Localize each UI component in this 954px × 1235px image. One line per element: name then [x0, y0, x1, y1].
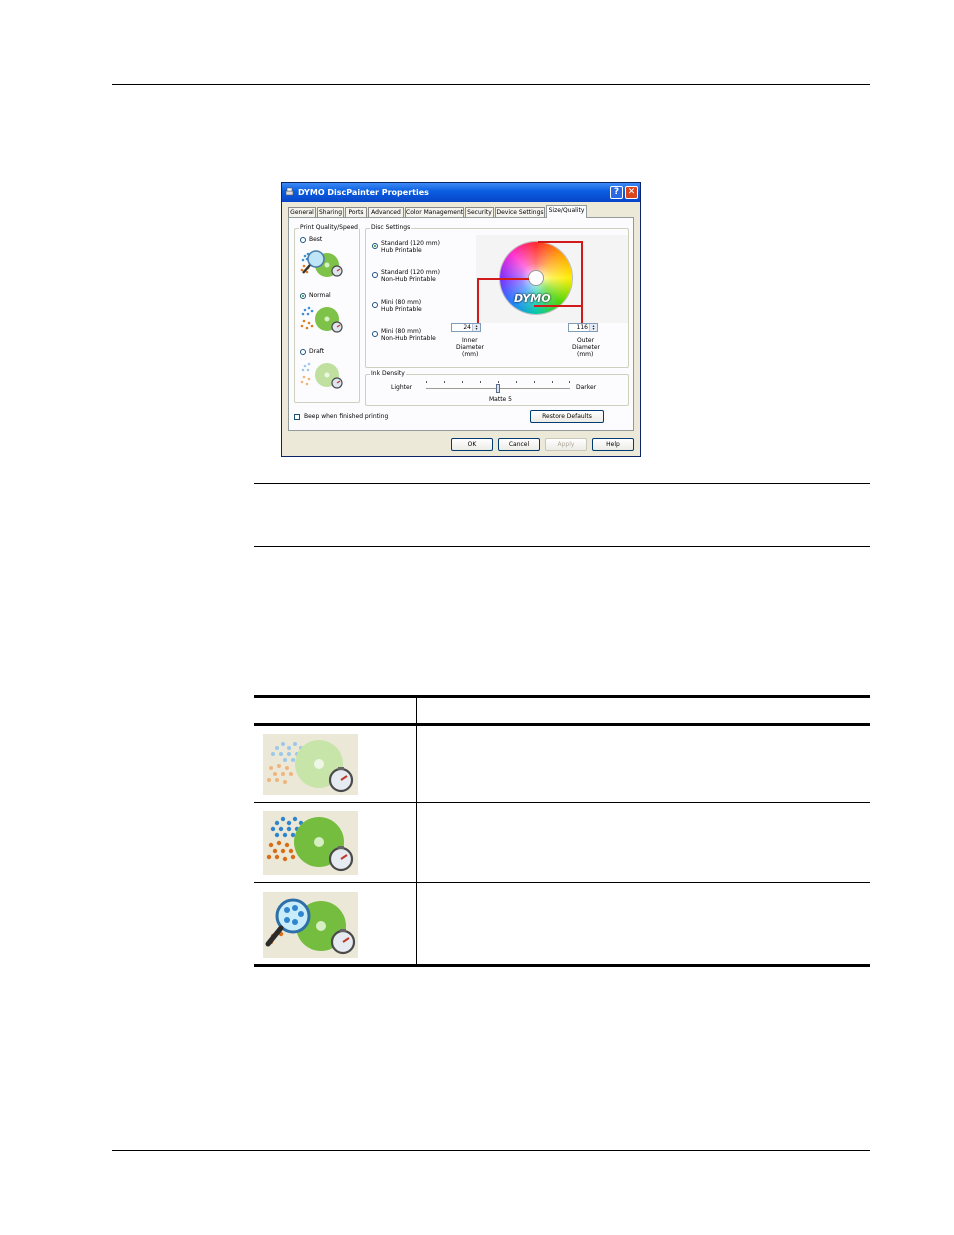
close-button[interactable]: ✕	[625, 186, 638, 199]
spin-arrows-icon[interactable]: ▴ ▾	[589, 324, 597, 331]
disc-standard-nonhub-line2: Non-Hub Printable	[381, 276, 436, 283]
tab-sharing[interactable]: Sharing	[317, 207, 344, 217]
inner-diameter-value: 24	[463, 324, 471, 331]
disc-standard-hub-radio[interactable]	[372, 243, 378, 249]
draft-quality-icon	[267, 740, 354, 793]
tab-size-quality[interactable]: Size/Quality	[546, 205, 587, 218]
printer-icon	[285, 187, 294, 196]
disc-logo: DYMO	[514, 292, 551, 305]
inner-dimension-line-h	[477, 278, 529, 280]
table-row-rule	[254, 882, 870, 883]
ink-lighter-label: Lighter	[391, 384, 413, 391]
dialog-title: DYMO DiscPainter Properties	[298, 188, 429, 197]
ink-darker-label: Darker	[576, 384, 597, 391]
properties-dialog: DYMO DiscPainter Properties ? ✕ General …	[281, 182, 641, 457]
tab-panel: Print Quality/Speed Best Normal Draft Di…	[288, 217, 634, 431]
disc-mini-nonhub-radio[interactable]	[372, 331, 378, 337]
inner-diameter-spinner[interactable]: 24 ▴ ▾	[451, 323, 481, 332]
best-quality-icon	[300, 250, 343, 277]
restore-defaults-button[interactable]: Restore Defaults	[530, 410, 604, 423]
quality-best-radio[interactable]	[300, 237, 306, 243]
disc-mini-nonhub-line2: Non-Hub Printable	[381, 335, 436, 342]
table-row-rule	[254, 802, 870, 803]
draft-quality-icon	[300, 362, 343, 389]
tab-security[interactable]: Security	[465, 207, 494, 217]
disc-mini-hub-line2: Hub Printable	[381, 306, 422, 313]
table-row	[263, 811, 358, 875]
beep-label: Beep when finished printing	[304, 413, 389, 420]
note-rule-top	[254, 483, 870, 484]
quality-best-label: Best	[309, 236, 323, 243]
quality-draft-radio[interactable]	[300, 349, 306, 355]
ink-density-label: Ink Density	[370, 370, 406, 377]
outer-diameter-value: 116	[576, 324, 588, 331]
disc-standard-hub-line2: Hub Printable	[381, 247, 422, 254]
outer-diameter-label-3: (mm)	[577, 351, 594, 358]
quality-normal-radio[interactable]	[300, 293, 306, 299]
inner-dimension-line-v	[477, 278, 479, 323]
ink-value-label: Matte 5	[489, 396, 512, 403]
disc-mini-hub-radio[interactable]	[372, 302, 378, 308]
table-row	[263, 734, 358, 795]
disc-settings-label: Disc Settings	[370, 224, 412, 231]
tab-advanced[interactable]: Advanced	[368, 207, 404, 217]
apply-button[interactable]: Apply	[545, 438, 587, 451]
slider-thumb[interactable]	[496, 384, 500, 393]
outer-dimension-line-h2	[534, 305, 583, 307]
outer-dimension-line-h	[538, 241, 583, 243]
dialog-titlebar: DYMO DiscPainter Properties ? ✕	[282, 183, 640, 202]
quality-draft-label: Draft	[309, 348, 325, 355]
help-title-button[interactable]: ?	[610, 186, 623, 199]
spin-arrows-icon[interactable]: ▴ ▾	[472, 324, 480, 331]
help-button[interactable]: Help	[592, 438, 634, 451]
table-column-divider	[416, 697, 417, 965]
table-bottom-rule	[254, 964, 870, 967]
inner-diameter-label-3: (mm)	[462, 351, 479, 358]
tab-ports[interactable]: Ports	[345, 207, 367, 217]
ink-density-group: Ink Density Lighter Darker Matte 5	[365, 370, 629, 406]
outer-dimension-line-v	[581, 241, 583, 323]
beep-checkbox[interactable]	[294, 414, 300, 420]
best-quality-icon	[265, 898, 356, 955]
tab-device-settings[interactable]: Device Settings	[495, 207, 545, 217]
header-rule	[112, 84, 870, 85]
table-top-rule	[254, 695, 870, 698]
tab-color-management[interactable]: Color Management	[405, 207, 464, 217]
disc-standard-nonhub-radio[interactable]	[372, 272, 378, 278]
disc-settings-group: Disc Settings Standard (120 mm) Hub Prin…	[365, 224, 629, 368]
note-rule-bottom	[254, 546, 870, 547]
print-quality-label: Print Quality/Speed	[299, 224, 359, 231]
normal-quality-icon	[300, 306, 343, 333]
outer-diameter-spinner[interactable]: 116 ▴ ▾	[568, 323, 598, 332]
table-header-rule	[254, 723, 870, 726]
ink-density-slider[interactable]	[426, 381, 570, 395]
ok-button[interactable]: OK	[451, 438, 493, 451]
table-row	[263, 892, 358, 958]
normal-quality-icon	[266, 816, 354, 872]
footer-rule	[112, 1150, 870, 1151]
quality-normal-label: Normal	[309, 292, 331, 299]
tab-general[interactable]: General	[288, 207, 316, 217]
print-quality-group: Print Quality/Speed Best Normal Draft	[294, 224, 360, 403]
cancel-button[interactable]: Cancel	[498, 438, 540, 451]
